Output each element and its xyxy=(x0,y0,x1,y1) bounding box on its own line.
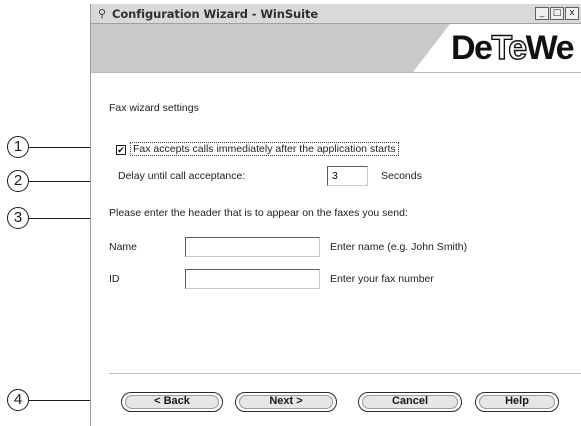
help-button[interactable]: Help xyxy=(475,392,559,412)
restore-button[interactable]: □ xyxy=(550,7,564,20)
delay-input[interactable]: 3 xyxy=(327,166,368,186)
accept-calls-label-text: Fax accepts calls immediately after the … xyxy=(130,142,399,156)
banner-divider xyxy=(91,72,581,73)
figure: 1 2 3 4 ⚲ Configuration Wizard - WinSuit… xyxy=(0,0,581,426)
name-label: Name xyxy=(109,241,138,253)
section-title: Fax wizard settings xyxy=(109,102,199,114)
delay-label: Delay until call acceptance: xyxy=(118,170,246,182)
next-button[interactable]: Next > xyxy=(235,392,337,412)
id-label: ID xyxy=(109,273,120,285)
close-button[interactable]: x xyxy=(565,7,579,20)
logo-part-2: Te xyxy=(491,28,528,67)
next-button-label: Next > xyxy=(269,395,303,407)
id-hint: Enter your fax number xyxy=(330,273,434,285)
callout-2: 2 xyxy=(7,170,29,192)
header-prompt: Please enter the header that is to appea… xyxy=(109,207,408,219)
name-input[interactable] xyxy=(185,237,320,257)
callout-3: 3 xyxy=(7,207,29,229)
accept-calls-checkbox[interactable]: ✔ xyxy=(116,145,126,155)
name-hint: Enter name (e.g. John Smith) xyxy=(330,241,468,253)
callout-4: 4 xyxy=(7,389,29,411)
cancel-button-label: Cancel xyxy=(391,395,429,407)
back-button-label: < Back xyxy=(154,395,190,407)
id-input[interactable] xyxy=(185,269,320,289)
logo-part-1: De xyxy=(450,29,493,67)
header-banner: DeTeWe xyxy=(91,24,581,72)
window-title: Configuration Wizard - WinSuite xyxy=(112,6,319,21)
wizard-window: ⚲ Configuration Wizard - WinSuite _ □ x … xyxy=(90,4,581,426)
app-icon: ⚲ xyxy=(97,7,107,20)
back-button[interactable]: < Back xyxy=(121,392,223,412)
footer-divider xyxy=(109,373,581,374)
cancel-button[interactable]: Cancel xyxy=(358,392,462,412)
minimize-button[interactable]: _ xyxy=(535,7,549,20)
title-bar[interactable]: ⚲ Configuration Wizard - WinSuite _ □ x xyxy=(91,4,581,24)
logo-part-3: We xyxy=(525,29,575,67)
callout-1: 1 xyxy=(7,136,29,158)
brand-logo: DeTeWe xyxy=(450,28,575,68)
help-button-label: Help xyxy=(505,395,529,407)
accept-calls-label[interactable]: Fax accepts calls immediately after the … xyxy=(130,142,399,156)
window-controls: _ □ x xyxy=(535,7,579,20)
delay-unit: Seconds xyxy=(381,170,422,182)
